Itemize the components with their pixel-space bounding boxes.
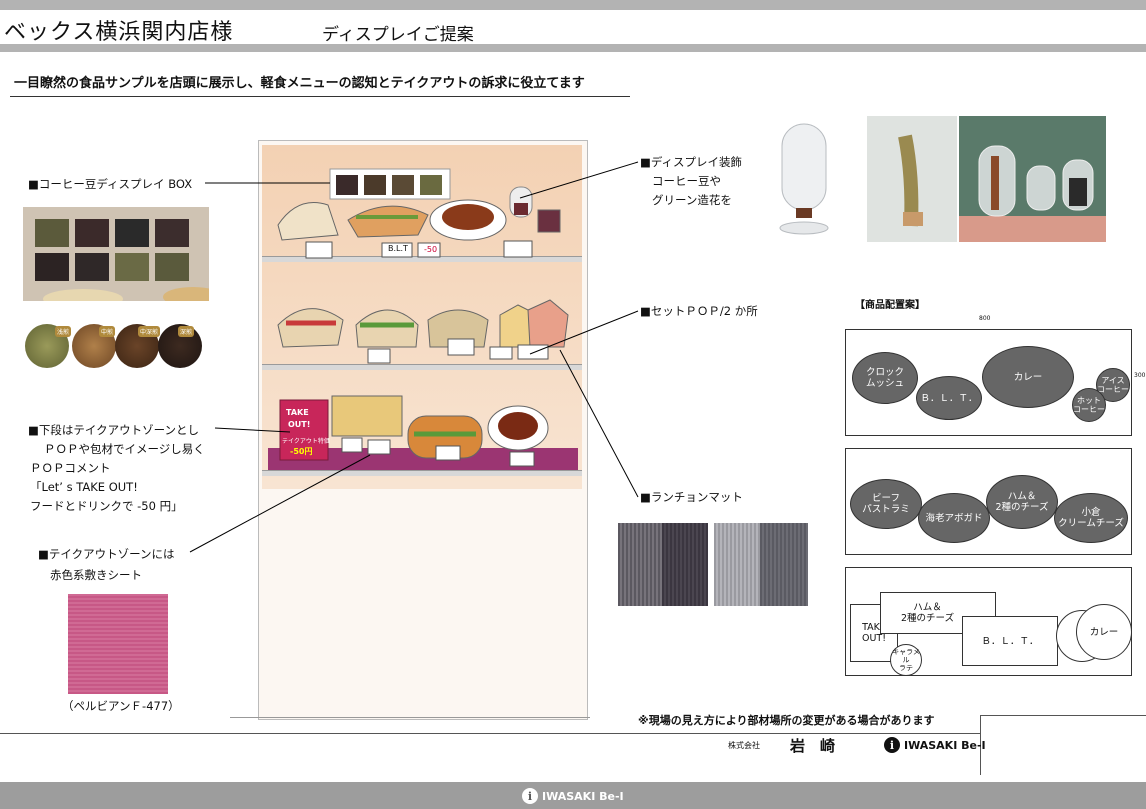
item-beef-pastrami: ビーフ パストラミ bbox=[850, 479, 922, 529]
lunch-mat-sample bbox=[760, 523, 808, 606]
footnote: ※現場の見え方により部材場所の変更がある場合があります bbox=[638, 714, 935, 727]
item-blt-pack: Ｂ．Ｌ．Ｔ． bbox=[962, 616, 1058, 666]
item-ogura-cream: 小倉 クリームチーズ bbox=[1054, 493, 1128, 543]
bottom-logo: i IWASAKI Be-I bbox=[522, 788, 624, 804]
layout-width: 800 bbox=[979, 315, 991, 322]
label-set-pop: ■セットＰＯＰ/2 か所 bbox=[640, 304, 758, 318]
logo-text: IWASAKI Be-I bbox=[904, 738, 986, 752]
layout-title: 【商品配置案】 bbox=[855, 300, 925, 311]
label-deco-3: グリーン造花を bbox=[652, 193, 732, 207]
deco-photos bbox=[867, 116, 1106, 242]
layout-height: 300 bbox=[1134, 372, 1146, 379]
item-hot-coffee: ホット コーヒー bbox=[1072, 388, 1106, 422]
item-curry: カレー bbox=[982, 346, 1074, 408]
layout-top-shelf: クロック ムッシュ Ｂ．Ｌ．Ｔ． カレー アイス コーヒー ホット コーヒー bbox=[845, 329, 1132, 436]
item-ham-cheese: ハム＆ 2種のチーズ bbox=[986, 475, 1058, 529]
layout-middle-shelf: ビーフ パストラミ 海老アボガド ハム＆ 2種のチーズ 小倉 クリームチーズ bbox=[845, 448, 1132, 555]
glass-dome-photo bbox=[779, 123, 829, 235]
logo-icon: i bbox=[884, 737, 900, 753]
footer-logo: i IWASAKI Be-I bbox=[884, 737, 986, 753]
item-croque: クロック ムッシュ bbox=[852, 352, 918, 404]
item-curry: カレー bbox=[1076, 604, 1132, 660]
footer-line bbox=[0, 733, 980, 734]
lunch-mat-sample bbox=[662, 523, 708, 606]
label-deco-1: ■ディスプレイ装飾 bbox=[640, 155, 743, 169]
footer-line bbox=[980, 715, 1146, 716]
layout-bottom-shelf: TAKE OUT! ハム＆ 2種のチーズ Ｂ．Ｌ．Ｔ． カレー キャラメル ラテ bbox=[845, 567, 1132, 676]
logo-icon: i bbox=[522, 788, 538, 804]
item-shrimp-avocado: 海老アボガド bbox=[918, 493, 990, 543]
item-caramel-latte: キャラメル ラテ bbox=[890, 644, 922, 676]
company-prefix: 株式会社 bbox=[728, 741, 760, 750]
logo-text: IWASAKI Be-I bbox=[542, 789, 624, 803]
company-name: 岩 崎 bbox=[790, 737, 836, 755]
label-lunch-mat: ■ランチョンマット bbox=[640, 490, 743, 504]
label-deco-2: コーヒー豆や bbox=[652, 174, 721, 188]
item-blt: Ｂ．Ｌ．Ｔ． bbox=[916, 376, 982, 420]
